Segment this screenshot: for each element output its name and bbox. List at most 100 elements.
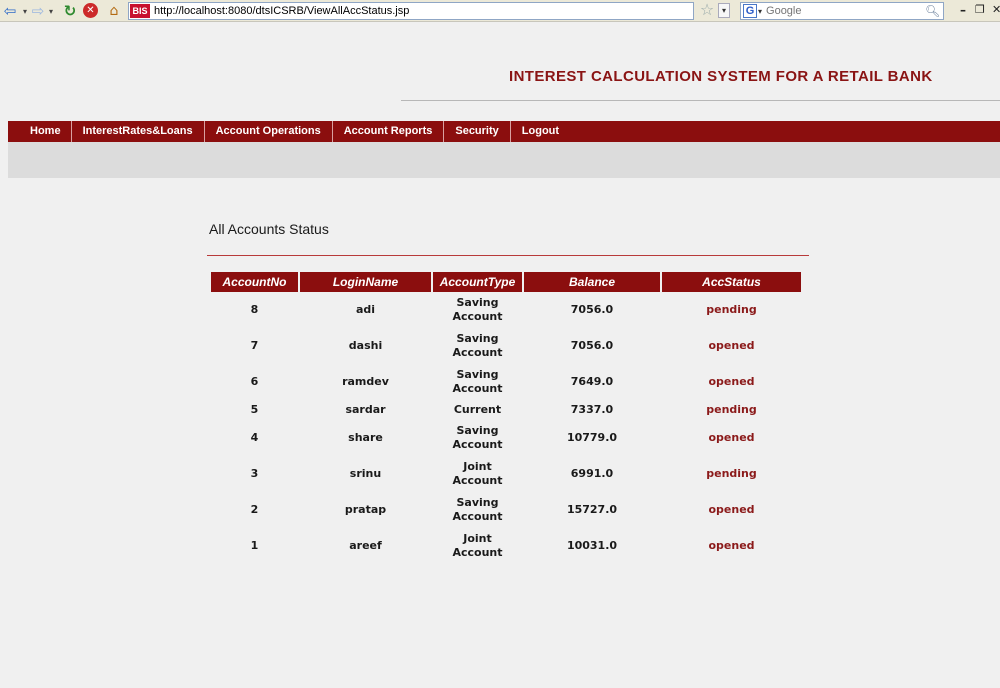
table-row: 4 share Saving Account 10779.0 opened: [211, 420, 801, 456]
cell-account-type: Current: [433, 400, 522, 420]
cell-account-no: 8: [250, 303, 259, 316]
cell-account-type: Saving Account: [433, 420, 522, 456]
cell-balance: 7337.0: [570, 403, 614, 416]
cell-account-type: Joint Account: [433, 456, 522, 492]
main-nav: Home InterestRates&Loans Account Operati…: [8, 121, 1000, 142]
close-icon[interactable]: ✕: [992, 3, 1000, 16]
cell-account-no: 4: [250, 431, 259, 444]
account-type-line2: Account: [452, 310, 503, 323]
address-bar[interactable]: BIS http://localhost:8080/dtsICSRB/ViewA…: [128, 2, 694, 20]
cell-login-name: pratap: [344, 503, 387, 516]
header-acc-status: AccStatus: [662, 272, 801, 292]
search-bar[interactable]: G ▾ 🔍︎: [740, 2, 944, 20]
site-favicon: BIS: [130, 4, 150, 18]
cell-account-no: 1: [250, 539, 259, 552]
stop-icon[interactable]: ✕: [83, 3, 98, 18]
cell-account-no: 5: [250, 403, 259, 416]
cell-acc-status: opened: [708, 431, 755, 444]
search-icon[interactable]: 🔍︎: [925, 4, 940, 18]
account-type-line1: Joint: [463, 460, 492, 473]
table-row: 3 srinu Joint Account 6991.0 pending: [211, 456, 801, 492]
reload-icon[interactable]: ↻: [62, 2, 78, 20]
search-input[interactable]: [766, 5, 917, 17]
back-arrow-icon[interactable]: ⇦: [2, 2, 18, 20]
address-dropdown-icon[interactable]: ▾: [718, 3, 730, 18]
home-icon[interactable]: ⌂: [106, 2, 122, 20]
cell-account-no: 2: [250, 503, 259, 516]
account-type-line2: Account: [452, 474, 503, 487]
nav-security[interactable]: Security: [444, 121, 511, 142]
account-type-line1: Saving: [456, 368, 499, 381]
account-type-line1: Saving: [456, 296, 499, 309]
account-type-line2: Account: [452, 546, 503, 559]
cell-balance: 7056.0: [570, 303, 614, 316]
table-row: 8 adi Saving Account 7056.0 pending: [211, 292, 801, 328]
table-row: 7 dashi Saving Account 7056.0 opened: [211, 328, 801, 364]
cell-login-name: areef: [349, 539, 382, 552]
header-balance: Balance: [524, 272, 660, 292]
cell-account-type: Saving Account: [433, 292, 522, 328]
nav-account-reports[interactable]: Account Reports: [333, 121, 445, 142]
account-type-line1: Saving: [456, 332, 499, 345]
cell-acc-status: pending: [706, 467, 757, 480]
page-title: All Accounts Status: [209, 221, 329, 237]
nav-interest-rates-loans[interactable]: InterestRates&Loans: [72, 121, 205, 142]
cell-login-name: adi: [355, 303, 376, 316]
cell-account-no: 3: [250, 467, 259, 480]
url-text[interactable]: http://localhost:8080/dtsICSRB/ViewAllAc…: [154, 5, 409, 17]
section-divider: [207, 255, 809, 256]
cell-balance: 15727.0: [566, 503, 618, 516]
header-login-name: LoginName: [300, 272, 431, 292]
cell-login-name: ramdev: [342, 375, 389, 388]
account-type-line1: Current: [453, 403, 502, 416]
cell-acc-status: opened: [708, 339, 755, 352]
cell-acc-status: opened: [708, 503, 755, 516]
page: INTEREST CALCULATION SYSTEM FOR A RETAIL…: [0, 22, 1000, 688]
search-engine-icon[interactable]: G: [743, 4, 757, 18]
table-row: 5 sardar Current 7337.0 pending: [211, 400, 801, 420]
cell-account-type: Saving Account: [433, 328, 522, 364]
minimize-icon[interactable]: –: [960, 3, 972, 17]
cell-login-name: share: [348, 431, 383, 444]
account-type-line2: Account: [452, 346, 503, 359]
back-history-dropdown-icon[interactable]: ▾: [20, 2, 30, 20]
account-type-line2: Account: [452, 438, 503, 451]
search-engine-dropdown-icon[interactable]: ▾: [758, 7, 762, 16]
cell-login-name: dashi: [348, 339, 383, 352]
account-type-line2: Account: [452, 382, 503, 395]
cell-login-name: srinu: [349, 467, 382, 480]
cell-acc-status: pending: [706, 303, 757, 316]
cell-account-type: Saving Account: [433, 492, 522, 528]
account-type-line1: Saving: [456, 424, 499, 437]
forward-arrow-icon[interactable]: ⇨: [30, 2, 46, 20]
cell-account-type: Saving Account: [433, 364, 522, 400]
cell-acc-status: opened: [708, 539, 755, 552]
header-account-no: AccountNo: [211, 272, 298, 292]
sub-navbar: [8, 142, 1000, 178]
restore-icon[interactable]: ❐: [975, 3, 987, 16]
cell-acc-status: opened: [708, 375, 755, 388]
header-account-type: AccountType: [433, 272, 522, 292]
nav-home[interactable]: Home: [8, 121, 72, 142]
nav-logout[interactable]: Logout: [511, 121, 570, 142]
account-type-line2: Account: [452, 510, 503, 523]
cell-account-no: 6: [250, 375, 259, 388]
table-row: 6 ramdev Saving Account 7649.0 opened: [211, 364, 801, 400]
bookmark-star-icon[interactable]: ☆: [698, 1, 716, 19]
title-divider: [401, 100, 1000, 101]
account-type-line1: Saving: [456, 496, 499, 509]
account-type-line1: Joint: [463, 532, 492, 545]
table-row: 2 pratap Saving Account 15727.0 opened: [211, 492, 801, 528]
accounts-status-table: AccountNo LoginName AccountType Balance …: [209, 272, 803, 564]
cell-balance: 10031.0: [566, 539, 618, 552]
table-row: 1 areef Joint Account 10031.0 opened: [211, 528, 801, 564]
forward-history-dropdown-icon[interactable]: ▾: [46, 2, 56, 20]
cell-balance: 6991.0: [570, 467, 614, 480]
site-title: INTEREST CALCULATION SYSTEM FOR A RETAIL…: [509, 68, 933, 85]
cell-balance: 10779.0: [566, 431, 618, 444]
table-header-row: AccountNo LoginName AccountType Balance …: [211, 272, 801, 292]
cell-acc-status: pending: [706, 403, 757, 416]
cell-account-type: Joint Account: [433, 528, 522, 564]
browser-toolbar: ⇦ ▾ ⇨ ▾ ↻ ✕ ⌂ BIS http://localhost:8080/…: [0, 0, 1000, 22]
nav-account-operations[interactable]: Account Operations: [205, 121, 333, 142]
